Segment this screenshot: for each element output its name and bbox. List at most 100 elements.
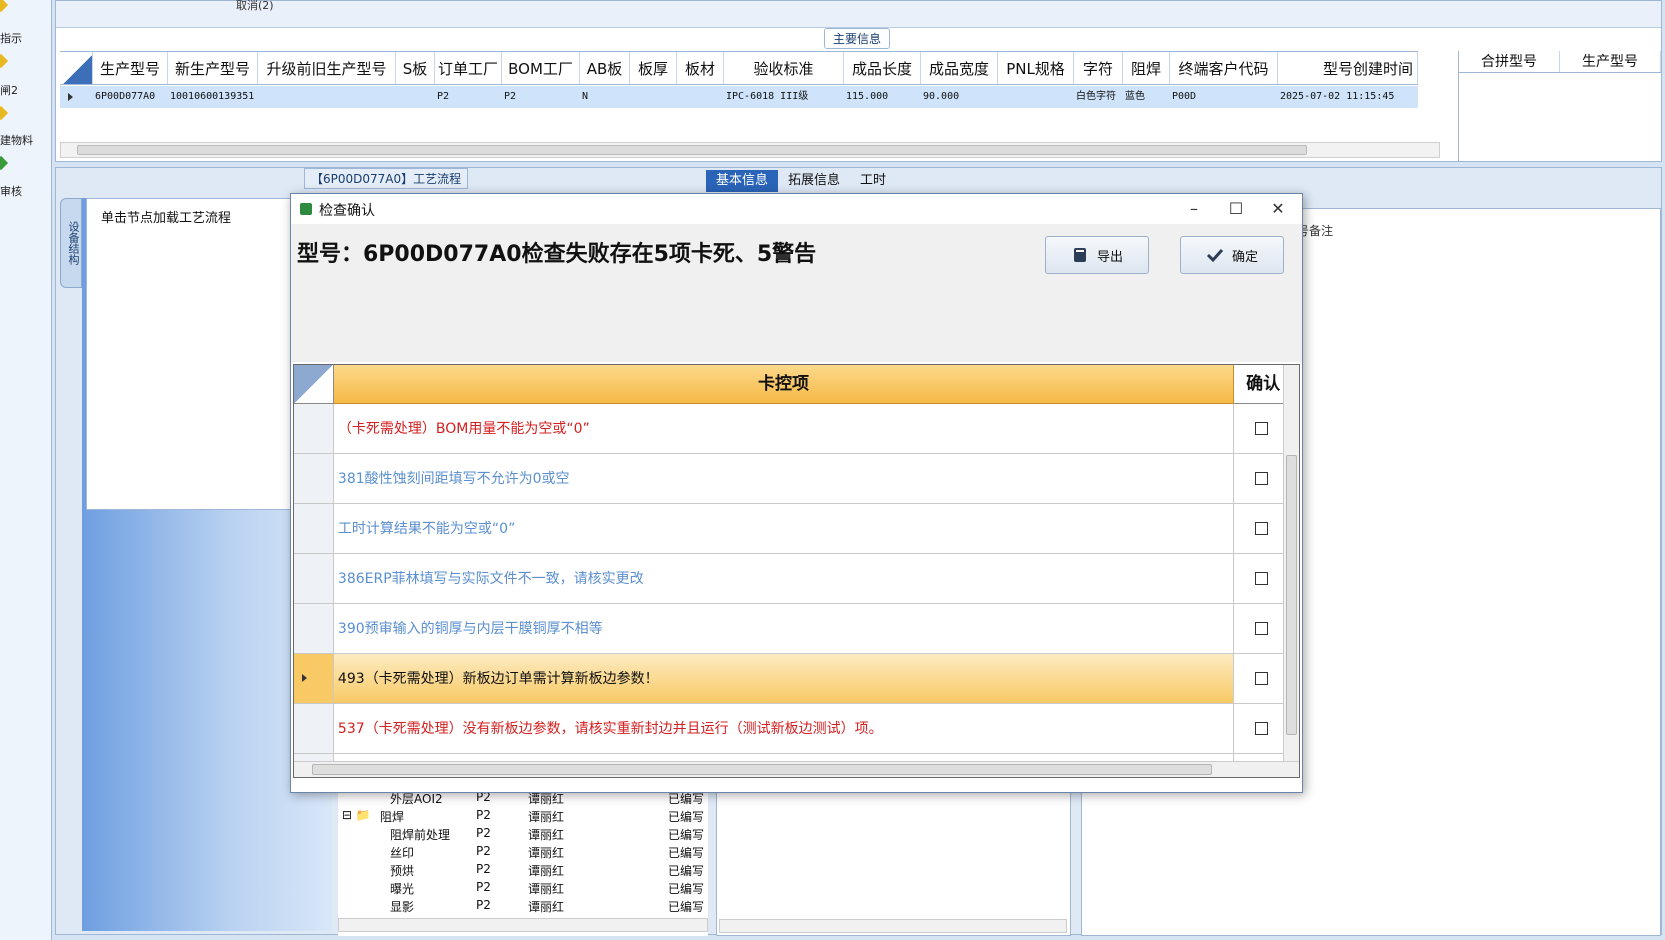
merge-header: 合拼型号 生产型号	[1459, 51, 1661, 73]
tree-row[interactable]: 显影 P2 谭丽红 已编写	[338, 898, 708, 916]
tree-row[interactable]: 曝光 P2 谭丽红 已编写	[338, 880, 708, 898]
dialog-titlebar[interactable]: 检查确认 – ☐ ✕	[291, 194, 1302, 224]
column-header[interactable]: 字符	[1074, 52, 1123, 84]
tree-node-name: 阻焊	[380, 810, 405, 824]
tree-row[interactable]: 阻焊前处理 P2 谭丽红 已编写	[338, 826, 708, 844]
table-cell: P2	[437, 91, 450, 102]
column-header[interactable]: 生产型号	[93, 52, 168, 84]
grid-corner[interactable]	[60, 52, 93, 84]
row-selector[interactable]	[294, 504, 334, 553]
nav-item-label: 审核	[0, 185, 22, 198]
horizontal-scrollbar[interactable]	[338, 918, 708, 932]
row-text: 工时计算结果不能为空或“0”	[334, 504, 1235, 553]
row-confirm-cell	[1234, 504, 1284, 553]
tree-node-person: 谭丽红	[528, 900, 565, 914]
export-button[interactable]: 导出	[1045, 236, 1149, 274]
confirm-checkbox[interactable]	[1255, 722, 1269, 735]
tree-row[interactable]: 丝印 P2 谭丽红 已编写	[338, 844, 708, 862]
column-header[interactable]: 验收标准	[724, 52, 844, 84]
nav-item-material[interactable]: 建物料	[0, 132, 33, 148]
nav-item-review[interactable]: 审核	[0, 183, 22, 199]
confirm-button[interactable]: 确定	[1180, 236, 1284, 274]
select-all-corner[interactable]	[294, 365, 334, 404]
horizontal-scrollbar[interactable]	[60, 142, 1440, 158]
tab-extended-info[interactable]: 拓展信息	[778, 170, 850, 192]
tree-node-person: 谭丽红	[528, 846, 565, 860]
column-header[interactable]: 成品宽度	[921, 52, 998, 84]
tab-device-structure[interactable]: 设备结构	[60, 198, 82, 288]
column-header[interactable]: 生产型号	[1560, 51, 1661, 72]
table-row[interactable]: 386ERP菲林填写与实际文件不一致，请核实更改	[294, 554, 1284, 604]
confirm-checkbox[interactable]	[1255, 422, 1269, 435]
column-header[interactable]: 板材	[677, 52, 724, 84]
cancel-button[interactable]: 取消(2)	[236, 0, 274, 13]
table-row[interactable]: 537（卡死需处理）没有新板边参数，请核实重新封边并且运行（测试新板边测试）项。	[294, 704, 1284, 754]
row-selector[interactable]	[294, 704, 334, 753]
column-header[interactable]: 型号创建时间	[1278, 52, 1418, 84]
column-header-item[interactable]: 卡控项	[333, 365, 1235, 404]
row-selector[interactable]	[294, 554, 334, 603]
column-header-confirm[interactable]: 确认	[1234, 365, 1284, 404]
table-cell: P00D	[1172, 91, 1197, 102]
current-row-arrow-icon	[302, 674, 307, 682]
row-selector[interactable]	[294, 454, 334, 503]
column-header[interactable]: 合拼型号	[1459, 51, 1560, 72]
nav-item-label: 闸2	[0, 84, 18, 97]
row-text: （卡死需处理）BOM用量不能为空或“0”	[334, 404, 1235, 453]
table-cell	[258, 86, 396, 108]
tree-row[interactable]: ⊟ 📁 阻焊 P2 谭丽红 已编写	[338, 808, 708, 826]
table-row[interactable]: 工时计算结果不能为空或“0”	[294, 504, 1284, 554]
row-selector[interactable]	[294, 654, 334, 703]
column-header[interactable]: PNL规格	[998, 52, 1074, 84]
nav-item-0[interactable]	[0, 0, 9, 13]
table-row[interactable]: 381酸性蚀刻间距填写不允许为0或空	[294, 454, 1284, 504]
row-confirm-cell	[1234, 704, 1284, 753]
row-confirm-cell	[1234, 554, 1284, 603]
maximize-icon[interactable]: ☐	[1218, 196, 1254, 222]
confirm-checkbox[interactable]	[1255, 622, 1269, 635]
scroll-thumb[interactable]	[312, 764, 1212, 775]
column-header[interactable]: AB板	[580, 52, 630, 84]
tree-node-factory: P2	[476, 826, 491, 840]
close-icon[interactable]: ✕	[1260, 196, 1296, 222]
confirm-checkbox[interactable]	[1255, 472, 1269, 485]
row-selector[interactable]	[294, 604, 334, 653]
confirm-checkbox[interactable]	[1255, 672, 1269, 685]
nav-item-instruction[interactable]: 指示	[0, 30, 22, 46]
tab-main-info[interactable]: 主要信息	[824, 28, 891, 49]
table-row[interactable]: （卡死需处理）BOM用量不能为空或“0”	[294, 404, 1284, 454]
nav-icon	[0, 105, 9, 121]
column-header[interactable]: 板厚	[630, 52, 677, 84]
tree-node-person: 谭丽红	[528, 864, 565, 878]
table-cell: 2025-07-02 11:15:45	[1280, 91, 1395, 102]
minimize-icon[interactable]: –	[1176, 196, 1212, 222]
merge-panel: 合拼型号 生产型号	[1458, 51, 1661, 161]
tree-node-name: 显影	[390, 900, 415, 914]
horizontal-scrollbar[interactable]	[719, 919, 1067, 933]
tree-node-person: 谭丽红	[528, 882, 565, 896]
table-row-selected[interactable]: 493（卡死需处理）新板边订单需计算新板边参数！	[294, 654, 1285, 704]
column-header[interactable]: 升级前旧生产型号	[258, 52, 396, 84]
column-header[interactable]: BOM工厂	[502, 52, 580, 84]
tab-basic-info[interactable]: 基本信息	[706, 170, 779, 192]
confirm-checkbox[interactable]	[1255, 572, 1269, 585]
row-selector[interactable]	[294, 404, 334, 453]
scroll-thumb[interactable]	[77, 145, 1307, 155]
column-header[interactable]: S板	[396, 52, 435, 84]
column-header[interactable]: 阻焊	[1123, 52, 1170, 84]
column-header[interactable]: 成品长度	[844, 52, 921, 84]
tree-node-name: 预烘	[390, 864, 415, 878]
nav-item-2[interactable]: 闸2	[0, 82, 18, 98]
tab-work-hours[interactable]: 工时	[850, 170, 896, 192]
table-row[interactable]: 6P00D077A0 10010600139351 P2 P2 N IPC-60…	[60, 86, 1418, 108]
confirm-checkbox[interactable]	[1255, 522, 1269, 535]
column-header[interactable]: 新生产型号	[168, 52, 258, 84]
vertical-scrollbar[interactable]	[1283, 365, 1299, 763]
nav-icon	[0, 53, 9, 69]
column-header[interactable]: 订单工厂	[435, 52, 502, 84]
horizontal-scrollbar[interactable]	[294, 761, 1299, 777]
table-row[interactable]: 390预审输入的铜厚与内层干膜铜厚不相等	[294, 604, 1284, 654]
scroll-thumb[interactable]	[1286, 455, 1297, 735]
tree-row[interactable]: 预烘 P2 谭丽红 已编写	[338, 862, 708, 880]
column-header[interactable]: 终端客户代码	[1170, 52, 1278, 84]
